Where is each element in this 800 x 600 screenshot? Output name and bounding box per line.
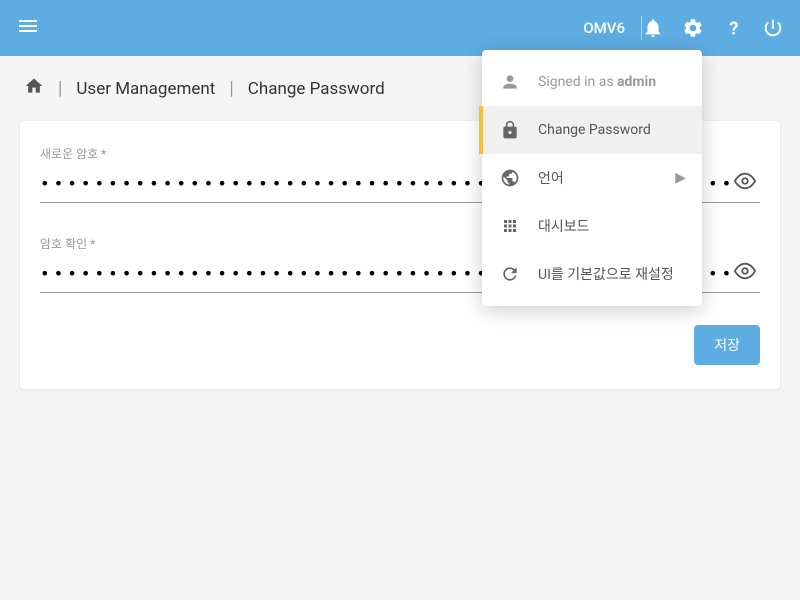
breadcrumb-item-change-password: Change Password: [248, 79, 385, 99]
app-title: OMV6: [583, 19, 625, 37]
chevron-right-icon: ▶: [675, 170, 686, 186]
menu-item-dashboard[interactable]: 대시보드: [482, 202, 702, 250]
button-row: 저장: [40, 325, 760, 365]
menu-item-reset-ui[interactable]: UI를 기본값으로 재설정: [482, 250, 702, 298]
breadcrumb-separator: |: [229, 78, 233, 99]
home-icon[interactable]: [24, 76, 44, 101]
settings-dropdown-menu: Signed in as admin Change Password 언어 ▶ …: [482, 50, 702, 306]
hamburger-menu-icon[interactable]: [16, 14, 40, 42]
menu-item-language[interactable]: 언어 ▶: [482, 154, 702, 202]
eye-icon[interactable]: [730, 166, 760, 200]
grid-icon: [498, 217, 522, 235]
eye-icon[interactable]: [730, 256, 760, 290]
power-icon[interactable]: [762, 17, 784, 39]
breadcrumb-separator: |: [58, 78, 62, 99]
lock-icon: [498, 120, 522, 140]
menu-label: Change Password: [538, 122, 686, 138]
menu-label: 언어: [538, 168, 675, 188]
menu-label: 대시보드: [538, 216, 686, 236]
top-bar: OMV6 ?: [0, 0, 800, 56]
help-icon[interactable]: ?: [722, 17, 744, 39]
person-icon: [498, 72, 522, 92]
menu-item-change-password[interactable]: Change Password: [482, 106, 702, 154]
signed-in-label: Signed in as admin: [538, 74, 686, 90]
refresh-icon: [498, 264, 522, 284]
gear-icon[interactable]: [682, 17, 704, 39]
menu-label: UI를 기본값으로 재설정: [538, 264, 686, 284]
breadcrumb-item-user-management[interactable]: User Management: [76, 79, 215, 99]
bell-icon[interactable]: [642, 17, 664, 39]
menu-item-signed-in: Signed in as admin: [482, 58, 702, 106]
globe-icon: [498, 168, 522, 188]
svg-text:?: ?: [729, 18, 738, 39]
save-button[interactable]: 저장: [694, 325, 760, 365]
